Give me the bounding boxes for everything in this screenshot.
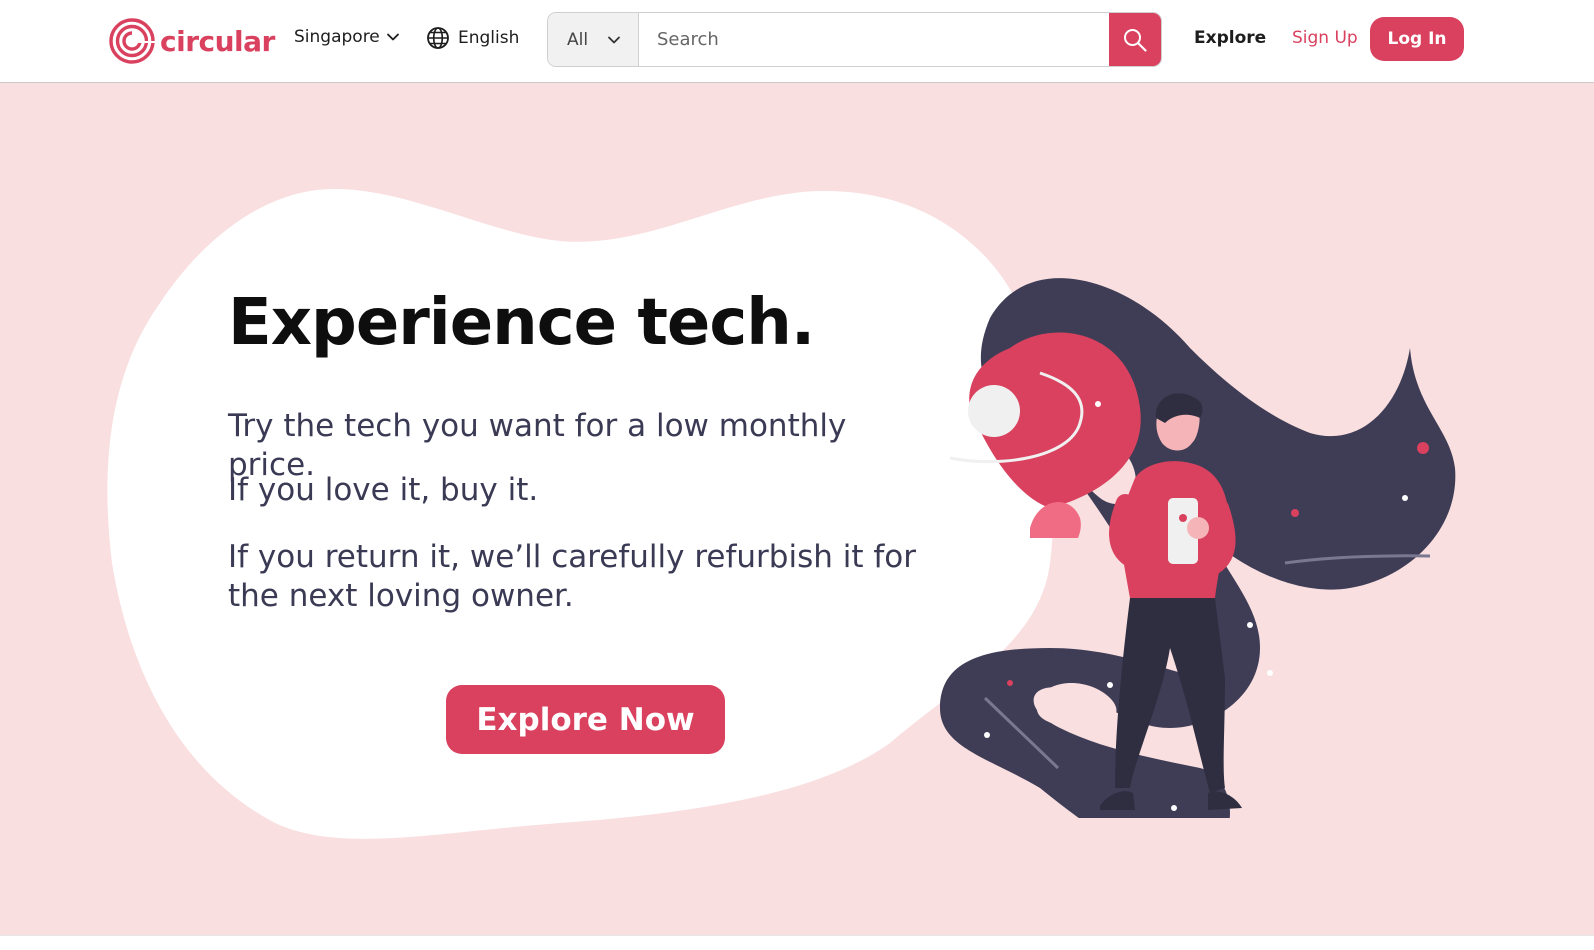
nav-explore-link[interactable]: Explore: [1194, 28, 1266, 48]
search-bar: All: [547, 12, 1162, 67]
hero-title: Experience tech.: [228, 286, 815, 360]
chevron-down-icon: [608, 36, 620, 43]
region-selector[interactable]: Singapore: [294, 27, 400, 47]
search-category-label: All: [567, 29, 589, 50]
top-navigation-bar: circular Singapore English All Search Ex…: [0, 0, 1594, 83]
person-with-phone-illustration: [940, 278, 1456, 818]
circular-logo-link[interactable]: circular: [108, 15, 275, 67]
search-input[interactable]: [639, 13, 1109, 66]
search-icon: [1124, 28, 1147, 52]
brand-name: circular: [160, 24, 275, 58]
chevron-down-icon: [386, 33, 399, 41]
region-selector-label: Singapore: [294, 27, 380, 47]
language-selector[interactable]: English: [426, 26, 519, 50]
globe-icon: [427, 27, 449, 49]
hero-line-2: If you love it, buy it.: [228, 472, 539, 508]
circular-logo-icon: [109, 16, 158, 64]
nav-sign-up-link[interactable]: Sign Up: [1292, 28, 1358, 48]
search-button[interactable]: [1109, 13, 1161, 66]
page-bottom-divider: [0, 935, 1594, 950]
search-category-dropdown[interactable]: All: [548, 13, 639, 66]
explore-now-button[interactable]: Explore Now: [446, 685, 725, 754]
hero-section: Experience tech. Try the tech you want f…: [0, 83, 1594, 935]
language-selector-label: English: [458, 28, 520, 48]
log-in-button[interactable]: Log In: [1370, 17, 1464, 61]
hero-line-3: If you return it, we’ll carefully refurb…: [228, 539, 916, 614]
